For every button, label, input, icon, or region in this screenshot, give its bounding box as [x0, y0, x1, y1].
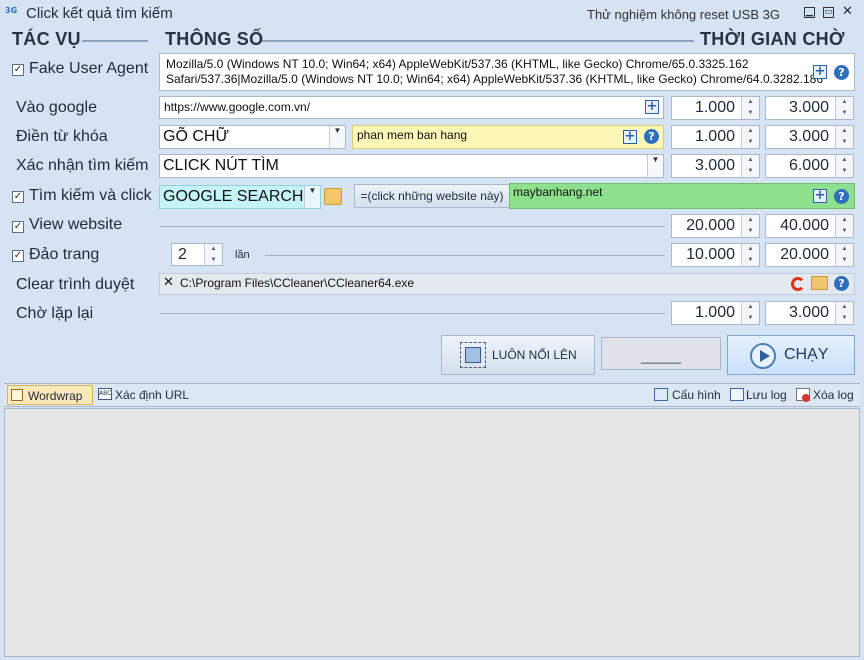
always-on-top-label: LUÔN NỔI LÊN: [492, 348, 577, 362]
help-keyword-icon[interactable]: ?: [644, 129, 659, 144]
flip-count-stepper[interactable]: 2 ▲ ▼: [171, 243, 223, 266]
play-icon-triangle: [760, 350, 770, 362]
clear-browser-label: Clear trình duyệt: [16, 276, 135, 293]
repeat-wait-label: Chờ lặp lại: [16, 305, 94, 322]
goto-google-min-input[interactable]: 1.000 ▲ ▼: [671, 96, 760, 120]
help-clear-icon[interactable]: ?: [834, 276, 849, 291]
confirm-min-input[interactable]: 3.000 ▲ ▼: [671, 154, 760, 178]
app-icon: 3G: [5, 6, 18, 15]
user-agent-field[interactable]: Mozilla/5.0 (Windows NT 10.0; Win64; x64…: [159, 53, 855, 91]
google-url-input[interactable]: https://www.google.com.vn/: [159, 96, 664, 119]
section-wait-heading: THỜI GIAN CHỜ: [700, 29, 845, 49]
run-label: CHẠY: [784, 346, 829, 363]
abc-icon: ABC: [98, 388, 112, 400]
window-frame-icon: [460, 342, 486, 368]
view-min-input[interactable]: 20.000 ▲ ▼: [671, 214, 760, 238]
script-icon[interactable]: [324, 188, 342, 205]
add-website-icon[interactable]: +: [813, 189, 827, 203]
search-click-checkbox[interactable]: ✓: [12, 191, 24, 203]
keyword-min-input[interactable]: 1.000 ▲ ▼: [671, 125, 760, 149]
add-user-agent-icon[interactable]: +: [813, 65, 827, 79]
repeat-min-input[interactable]: 1.000 ▲ ▼: [671, 301, 760, 325]
clear-log-icon: [796, 388, 810, 402]
view-website-label: View website: [29, 216, 123, 233]
divider: [160, 313, 665, 314]
add-keyword-icon[interactable]: +: [623, 130, 637, 144]
clear-log-icon-dot: [802, 394, 810, 402]
remove-path-icon[interactable]: ✕: [163, 275, 174, 290]
section-params-heading: THÔNG SỐ: [165, 29, 264, 49]
user-agent-line1: Mozilla/5.0 (Windows NT 10.0; Win64; x64…: [166, 57, 749, 71]
status-display: ______: [601, 337, 721, 370]
flip-min-input[interactable]: 10.000 ▲ ▼: [671, 243, 760, 267]
flip-page-checkbox[interactable]: ✓: [12, 250, 24, 262]
run-button[interactable]: CHẠY: [727, 335, 855, 375]
play-icon: [750, 343, 776, 369]
help-website-icon[interactable]: ?: [834, 189, 849, 204]
ccleaner-path-field[interactable]: C:\Program Files\CCleaner\CCleaner64.exe: [159, 273, 855, 295]
confirm-search-label: Xác nhận tìm kiếm: [16, 157, 149, 174]
wordwrap-icon: [11, 389, 23, 401]
save-log-icon: [730, 388, 744, 401]
folder-icon[interactable]: [811, 276, 828, 290]
title-bar: 3G Click kết quả tìm kiếm Thử nghiệm khô…: [0, 0, 864, 28]
flip-unit-label: lần: [235, 249, 250, 261]
click-websites-hint: =(click những website này): [354, 184, 510, 208]
url-detect-button[interactable]: Xác định URL: [115, 388, 189, 402]
view-max-input[interactable]: 40.000 ▲ ▼: [765, 214, 854, 238]
chevron-down-icon: ▼: [304, 186, 320, 208]
flip-page-label: Đảo trang: [29, 246, 100, 263]
flip-max-input[interactable]: 20.000 ▲ ▼: [765, 243, 854, 267]
log-toolbar: Wordwrap ABC Xác định URL Cấu hình Lưu l…: [4, 383, 860, 407]
divider: [262, 40, 694, 42]
fake-ua-label: Fake User Agent: [29, 60, 149, 77]
log-textarea[interactable]: [4, 408, 860, 657]
minimize-icon[interactable]: ▁: [804, 7, 815, 18]
fake-ua-checkbox[interactable]: ✓: [12, 64, 24, 76]
config-button[interactable]: Cấu hình: [672, 388, 721, 402]
maximize-icon[interactable]: ▭: [823, 7, 834, 18]
save-log-button[interactable]: Lưu log: [746, 388, 787, 402]
search-click-label: Tìm kiếm và click: [29, 187, 152, 204]
confirm-mode-select[interactable]: CLICK NÚT TÌM ▼: [159, 154, 664, 178]
divider: [82, 40, 148, 42]
goto-google-max-input[interactable]: 3.000 ▲ ▼: [765, 96, 854, 120]
keyword-max-input[interactable]: 3.000 ▲ ▼: [765, 125, 854, 149]
ccleaner-icon[interactable]: [791, 277, 805, 291]
divider: [265, 255, 665, 256]
view-website-checkbox[interactable]: ✓: [12, 221, 24, 233]
window-frame-icon-inner: [465, 347, 481, 363]
keyword-input[interactable]: phan mem ban hang: [352, 125, 664, 149]
help-user-agent-icon[interactable]: ?: [834, 65, 849, 80]
window-subtitle: Thử nghiệm không reset USB 3G: [587, 7, 780, 22]
keyword-mode-select[interactable]: GÕ CHỮ ▼: [159, 125, 346, 149]
always-on-top-button[interactable]: LUÔN NỔI LÊN: [441, 335, 595, 375]
chevron-down-icon: ▼: [647, 155, 663, 177]
repeat-max-input[interactable]: 3.000 ▲ ▼: [765, 301, 854, 325]
target-websites-input[interactable]: maybanhang.net: [509, 183, 855, 209]
wordwrap-label: Wordwrap: [28, 389, 83, 403]
search-mode-select[interactable]: GOOGLE SEARCH ▼: [159, 185, 321, 209]
config-icon: [654, 388, 668, 401]
window-title: Click kết quả tìm kiếm: [26, 5, 173, 22]
wordwrap-toggle[interactable]: Wordwrap: [7, 385, 93, 405]
user-agent-line2: Safari/537.36|Mozilla/5.0 (Windows NT 10…: [166, 72, 823, 86]
section-task-heading: TÁC VỤ: [12, 29, 81, 49]
chevron-down-icon: ▼: [329, 126, 345, 148]
close-icon[interactable]: ✕: [842, 5, 853, 18]
divider: [160, 226, 665, 227]
goto-google-label: Vào google: [16, 99, 97, 116]
clear-log-button[interactable]: Xóa log: [813, 388, 854, 402]
add-url-icon[interactable]: +: [645, 100, 659, 114]
confirm-max-input[interactable]: 6.000 ▲ ▼: [765, 154, 854, 178]
keyword-label: Điền từ khóa: [16, 128, 108, 145]
